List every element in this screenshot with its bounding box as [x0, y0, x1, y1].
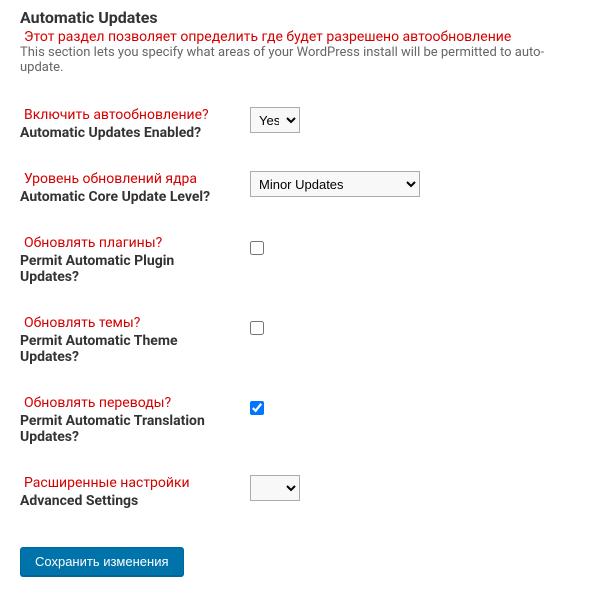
enabled-select[interactable]: Yes: [250, 107, 300, 133]
core-level-label-en: Automatic Core Update Level?: [20, 189, 230, 205]
save-button[interactable]: Сохранить изменения: [20, 547, 184, 576]
plugins-label-ru: Обновлять плагины?: [24, 235, 230, 251]
themes-checkbox[interactable]: [250, 321, 264, 335]
section-title: Automatic Updates: [20, 8, 584, 27]
translations-label-en: Permit Automatic Translation Updates?: [20, 413, 230, 445]
advanced-select[interactable]: [250, 475, 300, 501]
advanced-label-en: Advanced Settings: [20, 493, 230, 509]
themes-label-ru: Обновлять темы?: [24, 315, 230, 331]
section-note-en: This section lets you specify what areas…: [20, 45, 584, 75]
translations-label-ru: Обновлять переводы?: [24, 395, 230, 411]
section-note-ru: Этот раздел позволяет определить где буд…: [24, 29, 584, 45]
themes-label-en: Permit Automatic Theme Updates?: [20, 333, 230, 365]
enabled-label-ru: Включить автообновление?: [24, 107, 230, 123]
core-level-select[interactable]: Minor Updates: [250, 171, 420, 197]
core-level-label-ru: Уровень обновлений ядра: [24, 171, 230, 187]
plugins-label-en: Permit Automatic Plugin Updates?: [20, 253, 230, 285]
translations-checkbox[interactable]: [250, 401, 264, 415]
advanced-label-ru: Расширенные настройки: [24, 475, 230, 491]
enabled-label-en: Automatic Updates Enabled?: [20, 125, 230, 141]
plugins-checkbox[interactable]: [250, 241, 264, 255]
